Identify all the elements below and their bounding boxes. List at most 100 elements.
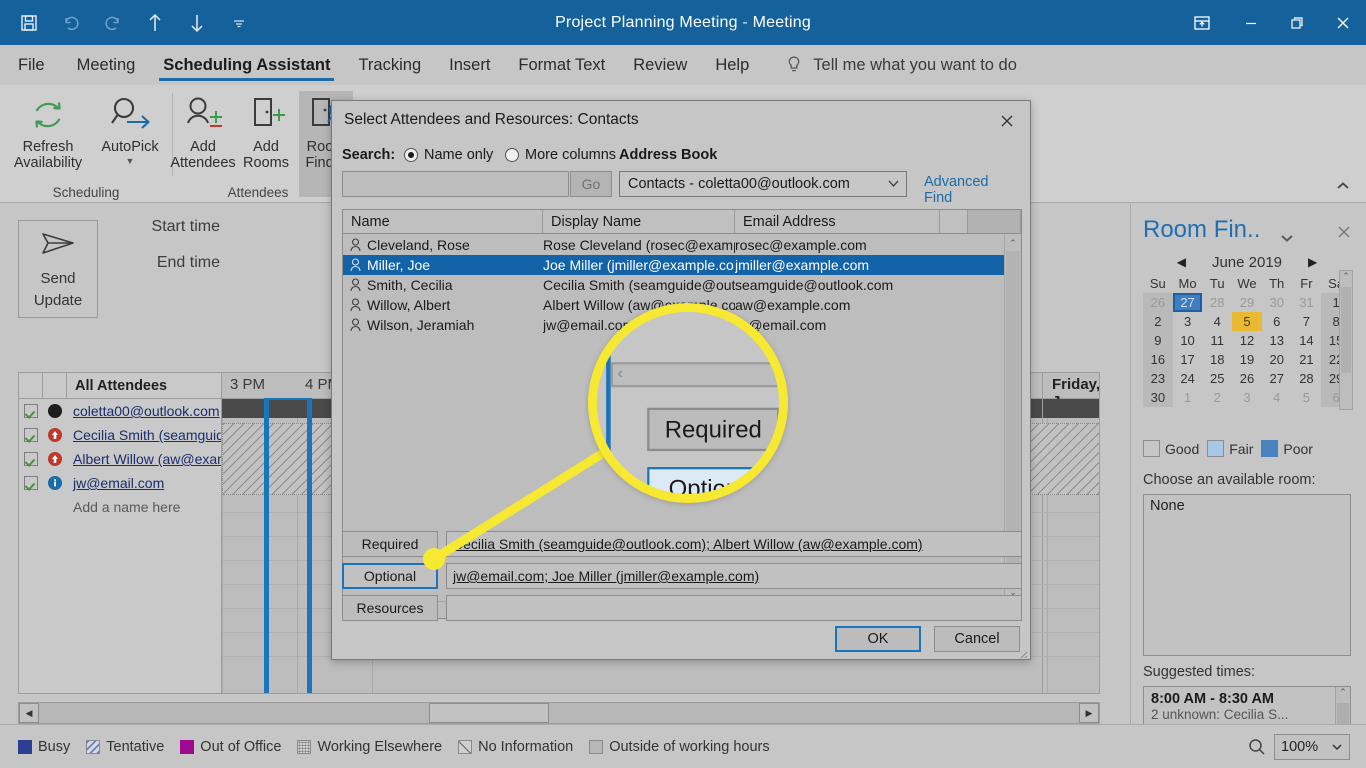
tab-review[interactable]: Review (619, 45, 701, 85)
calendar-grid[interactable]: Su Mo Tu We Th Fr Sa 26 27 28 29 30 31 1… (1143, 274, 1351, 407)
calendar-scrollbar[interactable]: ⌃ (1339, 270, 1353, 410)
calendar-day-selected[interactable]: 27 (1172, 293, 1203, 312)
calendar-day[interactable]: 28 (1292, 369, 1322, 388)
address-book-combobox[interactable]: Contacts - coletta00@outlook.com (619, 171, 907, 197)
optional-button[interactable]: Optional (342, 563, 438, 589)
radio-name-only-icon[interactable] (404, 148, 418, 162)
attendee-checkbox-0[interactable] (19, 404, 43, 418)
calendar-day[interactable]: 26 (1232, 369, 1262, 388)
table-row[interactable]: Smith, Cecilia Cecilia Smith (seamguide@… (343, 275, 1004, 295)
attendee-add-row[interactable]: Add a name here (19, 495, 221, 519)
refresh-availability-button[interactable]: Refresh Availability (6, 91, 90, 171)
close-icon[interactable] (1320, 0, 1366, 45)
table-row[interactable]: Cleveland, Rose Rose Cleveland (rosec@ex… (343, 235, 1004, 255)
required-button[interactable]: Required (342, 531, 438, 557)
close-icon[interactable] (990, 107, 1024, 135)
radio-more-columns-icon[interactable] (505, 148, 519, 162)
tab-meeting[interactable]: Meeting (63, 45, 150, 85)
cancel-button[interactable]: Cancel (934, 626, 1020, 652)
calendar-day[interactable]: 26 (1143, 293, 1173, 312)
calendar-day[interactable]: 6 (1262, 312, 1292, 331)
calendar-day[interactable]: 20 (1262, 350, 1292, 369)
calendar-scroll-thumb[interactable] (1341, 287, 1351, 373)
tab-help[interactable]: Help (701, 45, 763, 85)
tab-format-text[interactable]: Format Text (504, 45, 619, 85)
restore-icon[interactable] (1274, 0, 1320, 45)
calendar-day[interactable]: 2 (1202, 388, 1232, 407)
ok-button[interactable]: OK (835, 626, 921, 652)
calendar-day[interactable]: 27 (1262, 369, 1292, 388)
calendar-day[interactable]: 14 (1292, 331, 1322, 350)
radio-more-columns[interactable]: More columns (505, 147, 616, 163)
calendar-day[interactable]: 18 (1202, 350, 1232, 369)
scroll-left-icon[interactable]: ◀ (19, 703, 39, 723)
undo-icon[interactable] (58, 10, 84, 36)
next-month-icon[interactable]: ▶ (1308, 255, 1317, 269)
zoom-level-selector[interactable]: 100% (1274, 733, 1350, 760)
calendar-day[interactable]: 12 (1232, 331, 1262, 350)
chevron-up-icon[interactable]: ⌃ (1336, 687, 1350, 698)
calendar-day[interactable]: 21 (1292, 350, 1322, 369)
customize-qat-icon[interactable] (226, 10, 252, 36)
add-rooms-button[interactable]: Add Rooms (236, 91, 296, 171)
tell-me-search[interactable]: Tell me what you want to do (763, 54, 1017, 76)
attendee-checkbox-3[interactable] (19, 476, 43, 490)
resize-grip-icon[interactable] (1016, 646, 1028, 659)
calendar-day[interactable]: 5 (1292, 388, 1322, 407)
chevron-down-icon[interactable] (1279, 230, 1295, 248)
calendar-day[interactable]: 16 (1143, 350, 1173, 369)
previous-item-icon[interactable] (142, 10, 168, 36)
optional-field-value[interactable]: jw@email.com; Joe Miller (jmiller@exampl… (446, 563, 1022, 589)
calendar-day[interactable]: 30 (1262, 293, 1292, 312)
chevron-up-icon[interactable]: ⌃ (1340, 271, 1352, 282)
save-icon[interactable] (16, 10, 42, 36)
suggested-time-item-0[interactable]: 8:00 AM - 8:30 AM 2 unknown: Cecilia S..… (1144, 687, 1350, 727)
calendar-day[interactable]: 19 (1232, 350, 1262, 369)
calendar-day[interactable]: 25 (1202, 369, 1232, 388)
calendar-day[interactable]: 4 (1202, 312, 1232, 331)
calendar-day[interactable]: 10 (1173, 331, 1203, 350)
room-finder-calendar[interactable]: ◀ June 2019 ▶ Su Mo Tu We Th Fr Sa 26 27… (1143, 250, 1353, 410)
chevron-down-icon[interactable]: ▼ (126, 156, 135, 166)
add-attendees-button[interactable]: Add Attendees (170, 91, 236, 171)
column-header-name[interactable]: Name (343, 210, 543, 233)
next-item-icon[interactable] (184, 10, 210, 36)
calendar-day[interactable]: 4 (1262, 388, 1292, 407)
calendar-day[interactable]: 13 (1262, 331, 1292, 350)
tab-insert[interactable]: Insert (435, 45, 504, 85)
prev-month-icon[interactable]: ◀ (1177, 255, 1186, 269)
calendar-day[interactable]: 28 (1202, 293, 1232, 312)
chevron-down-icon[interactable] (887, 176, 900, 192)
calendar-day[interactable]: 9 (1143, 331, 1173, 350)
required-field-value[interactable]: Cecilia Smith (seamguide@outlook.com); A… (446, 531, 1022, 557)
calendar-day[interactable]: 11 (1202, 331, 1232, 350)
tab-scheduling-assistant[interactable]: Scheduling Assistant (149, 45, 344, 85)
redo-icon[interactable] (100, 10, 126, 36)
tab-tracking[interactable]: Tracking (344, 45, 435, 85)
calendar-day[interactable]: 30 (1143, 388, 1173, 407)
attendee-row-0[interactable]: coletta00@outlook.com (19, 399, 221, 423)
calendar-day[interactable]: 7 (1292, 312, 1322, 331)
ribbon-display-options-icon[interactable] (1176, 0, 1228, 45)
resources-button[interactable]: Resources (342, 595, 438, 621)
search-input[interactable] (342, 171, 569, 197)
calendar-day[interactable]: 3 (1232, 388, 1262, 407)
calendar-day[interactable]: 29 (1232, 293, 1262, 312)
autopick-button[interactable]: AutoPick ▼ (88, 91, 172, 166)
close-icon[interactable] (1336, 224, 1352, 245)
magnifier-icon[interactable] (1242, 734, 1272, 760)
advanced-find-link[interactable]: Advanced Find (924, 174, 1020, 206)
attendee-checkbox-1[interactable] (19, 428, 43, 442)
column-header-email-address[interactable]: Email Address (735, 210, 940, 233)
chevron-up-icon[interactable]: ⌃ (1005, 235, 1021, 251)
calendar-day[interactable]: 31 (1292, 293, 1322, 312)
go-button[interactable]: Go (570, 171, 612, 197)
resources-field-value[interactable] (446, 595, 1022, 621)
radio-name-only[interactable]: Name only (404, 147, 493, 163)
calendar-day[interactable]: 17 (1173, 350, 1203, 369)
attendee-row-3[interactable]: jw@email.com (19, 471, 221, 495)
attendee-checkbox-2[interactable] (19, 452, 43, 466)
chevron-up-icon[interactable] (1330, 176, 1356, 196)
calendar-day[interactable]: 23 (1143, 369, 1173, 388)
calendar-day[interactable]: 1 (1173, 388, 1203, 407)
